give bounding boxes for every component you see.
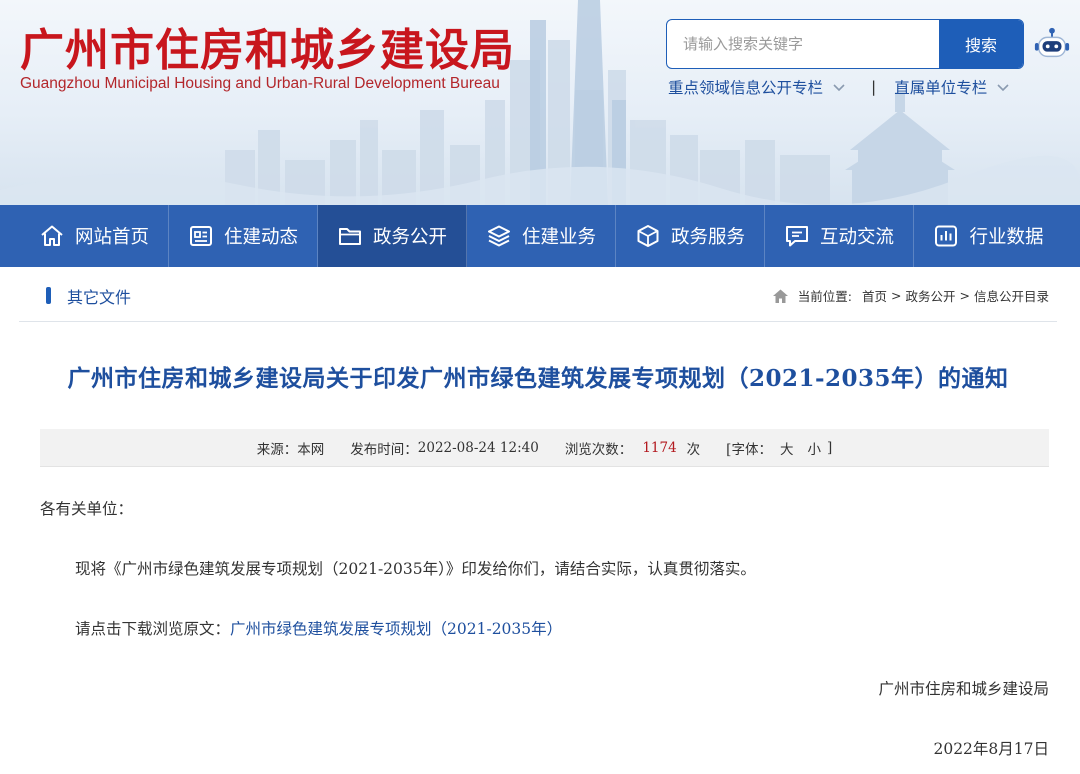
breadcrumb-prefix: 当前位置: <box>797 289 852 304</box>
meta-font-close: ] <box>826 439 833 456</box>
search-box: 搜索 <box>666 19 1024 69</box>
nav-item-industry-data[interactable]: 行业数据 <box>914 205 1063 267</box>
quick-link-label: 直属单位专栏 <box>894 79 988 97</box>
nav-item-label: 住建业务 <box>521 227 596 248</box>
meta-source-label: 来源： <box>256 441 298 458</box>
site-subtitle: Guangzhou Municipal Housing and Urban-Ru… <box>20 75 500 92</box>
quick-link-key-areas[interactable]: 重点领域信息公开专栏 <box>668 76 847 98</box>
download-prefix: 请点击下载浏览原文： <box>75 620 231 638</box>
layers-icon <box>487 225 510 247</box>
article-meta-bar: 来源： 本网 发布时间： 2022-08-24 12:40 浏览次数： 1174… <box>40 429 1049 467</box>
quick-link-label: 重点领域信息公开专栏 <box>668 79 824 97</box>
robot-assistant-icon[interactable] <box>1033 25 1071 63</box>
article-greeting: 各有关单位： <box>40 500 134 518</box>
chevron-down-icon <box>997 84 1009 92</box>
site-title: 广州市住房和城乡建设局 <box>20 25 515 76</box>
search-input[interactable] <box>667 20 939 68</box>
nav-item-label: 政务服务 <box>670 227 745 248</box>
meta-published-label: 发布时间： <box>350 441 418 458</box>
nav-item-label: 网站首页 <box>74 227 149 248</box>
news-icon <box>189 226 212 246</box>
nav-item-label: 互动交流 <box>819 227 894 248</box>
search-button[interactable]: 搜索 <box>939 20 1023 68</box>
nav-item-label: 住建动态 <box>223 227 298 248</box>
font-size-large-link[interactable]: 大 <box>780 438 794 458</box>
breadcrumb-item-gov-affairs[interactable]: 政务公开 <box>905 286 955 305</box>
home-icon <box>41 225 63 246</box>
nav-item-interaction[interactable]: 互动交流 <box>765 205 914 267</box>
article-date: 2022年8月17日 <box>933 740 1049 758</box>
download-original-link[interactable]: 广州市绿色建筑发展专项规划（2021-2035年） <box>230 620 562 638</box>
nav-item-construction-business[interactable]: 住建业务 <box>467 205 616 267</box>
section-title: 其它文件 <box>67 288 132 307</box>
folder-icon <box>338 228 361 245</box>
section-bar: 其它文件 当前位置: 首页 > 政务公开 > 信息公开目录 <box>19 267 1057 322</box>
section-marker <box>46 287 51 304</box>
breadcrumb-item-home[interactable]: 首页 <box>862 286 887 305</box>
bar-chart-icon <box>935 225 958 247</box>
chat-icon <box>785 226 808 247</box>
main-nav: 网站首页 住建动态 政务公开 住建业务 政务服务 互动交流 行业数据 <box>0 205 1080 267</box>
nav-item-news[interactable]: 住建动态 <box>169 205 318 267</box>
breadcrumb-item-info-directory[interactable]: 信息公开目录 <box>974 286 1049 305</box>
nav-item-label: 行业数据 <box>969 227 1044 248</box>
nav-item-gov-services[interactable]: 政务服务 <box>616 205 765 267</box>
quick-links: 重点领域信息公开专栏 | 直属单位专栏 <box>668 76 1011 98</box>
breadcrumb-separator: > <box>959 288 970 303</box>
nav-item-home[interactable]: 网站首页 <box>20 205 169 267</box>
breadcrumb-separator: > <box>891 288 902 303</box>
breadcrumb: 当前位置: 首页 > 政务公开 > 信息公开目录 <box>772 286 1049 305</box>
nav-item-label: 政务公开 <box>372 227 447 248</box>
article-signature: 广州市住房和城乡建设局 <box>878 680 1049 698</box>
meta-published: 2022-08-24 12:40 <box>417 439 539 456</box>
article-container: 其它文件 当前位置: 首页 > 政务公开 > 信息公开目录 广州市住房和城乡建设… <box>19 267 1057 774</box>
meta-source: 本网 <box>297 441 325 458</box>
nav-item-gov-affairs[interactable]: 政务公开 <box>318 205 467 267</box>
cube-icon <box>637 225 659 247</box>
meta-views-count: 1174 <box>642 439 677 456</box>
article-paragraph: 现将《广州市绿色建筑发展专项规划（2021-2035年）》印发给你们，请结合实际… <box>75 560 756 578</box>
meta-views-unit: 次 <box>686 441 701 458</box>
site-header: 广州市住房和城乡建设局 Guangzhou Municipal Housing … <box>0 0 1080 205</box>
font-size-small-link[interactable]: 小 <box>807 438 821 458</box>
meta-views-label: 浏览次数： <box>564 441 633 458</box>
home-icon <box>772 289 788 303</box>
meta-font-label: [字体： <box>726 441 772 458</box>
quick-link-subordinate-units[interactable]: 直属单位专栏 <box>894 76 1011 98</box>
chevron-down-icon <box>833 84 845 92</box>
quick-link-separator: | <box>871 78 877 96</box>
article-download-paragraph: 请点击下载浏览原文：广州市绿色建筑发展专项规划（2021-2035年） <box>75 617 562 639</box>
article-title: 广州市住房和城乡建设局关于印发广州市绿色建筑发展专项规划（2021-2035年）… <box>67 365 1009 392</box>
